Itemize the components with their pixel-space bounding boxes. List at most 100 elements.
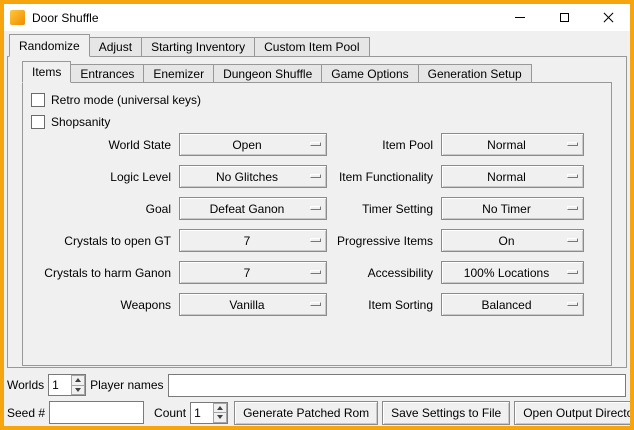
minimize-icon [515, 17, 525, 18]
maximize-button[interactable] [542, 4, 586, 31]
arrow-up-icon [75, 378, 81, 382]
dropdown-item-functionality[interactable]: Normal [441, 165, 584, 188]
option-label-accessibility: Accessibility [335, 266, 433, 280]
retro-mode-checkbox-box[interactable] [31, 93, 45, 107]
worlds-label: Worlds [7, 378, 44, 392]
tab-adjust[interactable]: Adjust [89, 37, 142, 56]
dropdown-indicator-icon [310, 302, 321, 306]
retro-mode-label: Retro mode (universal keys) [51, 93, 201, 107]
count-label: Count [154, 406, 186, 420]
tab-generation-setup[interactable]: Generation Setup [418, 64, 532, 82]
tab-randomize[interactable]: Randomize [9, 34, 90, 57]
dropdown-value: Balanced [481, 298, 543, 312]
checkbox-shopsanity[interactable]: Shopsanity [23, 111, 611, 133]
app-body: Randomize Adjust Starting Inventory Cust… [4, 31, 630, 426]
count-spin-down-button[interactable] [213, 412, 227, 423]
dropdown-weapons[interactable]: Vanilla [179, 293, 327, 316]
close-icon [603, 12, 614, 23]
option-label-crystals-to-open-gt: Crystals to open GT [39, 234, 171, 248]
shopsanity-checkbox-box[interactable] [31, 115, 45, 129]
arrow-down-icon [75, 388, 81, 392]
option-label-crystals-to-harm-ganon: Crystals to harm Ganon [39, 266, 171, 280]
window-controls [498, 4, 630, 31]
dropdown-crystals-to-harm-ganon[interactable]: 7 [179, 261, 327, 284]
app-icon [10, 10, 25, 25]
dropdown-value: Vanilla [229, 298, 276, 312]
dropdown-value: On [498, 234, 526, 248]
option-label-item-sorting: Item Sorting [335, 298, 433, 312]
dropdown-value: Open [232, 138, 273, 152]
checkbox-retro-mode[interactable]: Retro mode (universal keys) [23, 89, 611, 111]
dropdown-item-sorting[interactable]: Balanced [441, 293, 584, 316]
player-names-input[interactable] [168, 374, 627, 397]
maximize-icon [560, 13, 569, 22]
seed-input[interactable] [49, 401, 144, 424]
app-window: Door Shuffle Randomize Adjust Starting I… [0, 0, 634, 430]
dropdown-indicator-icon [310, 238, 321, 242]
generate-patched-rom-button[interactable]: Generate Patched Rom [234, 401, 378, 425]
tab-custom-item-pool[interactable]: Custom Item Pool [254, 37, 369, 56]
tab-enemizer[interactable]: Enemizer [143, 64, 214, 82]
dropdown-indicator-icon [567, 206, 578, 210]
dropdown-goal[interactable]: Defeat Ganon [179, 197, 327, 220]
seed-label: Seed # [7, 406, 45, 420]
dropdown-world-state[interactable]: Open [179, 133, 327, 156]
option-label-item-pool: Item Pool [335, 138, 433, 152]
dropdown-indicator-icon [310, 206, 321, 210]
dropdown-indicator-icon [310, 270, 321, 274]
title-bar: Door Shuffle [4, 4, 630, 31]
dropdown-item-pool[interactable]: Normal [441, 133, 584, 156]
tab-dungeon-shuffle[interactable]: Dungeon Shuffle [213, 64, 322, 82]
tab-starting-inventory[interactable]: Starting Inventory [141, 37, 255, 56]
dropdown-value: No Glitches [216, 170, 290, 184]
dropdown-indicator-icon [567, 302, 578, 306]
dropdown-value: Normal [487, 170, 538, 184]
generation-row: Seed # Count 1 Generate Patched Rom Save… [7, 400, 627, 425]
dropdown-indicator-icon [567, 142, 578, 146]
option-label-logic-level: Logic Level [39, 170, 171, 184]
tab-entrances[interactable]: Entrances [70, 64, 144, 82]
dropdown-accessibility[interactable]: 100% Locations [441, 261, 584, 284]
player-names-label: Player names [90, 378, 163, 392]
primary-tab-bar: Randomize Adjust Starting Inventory Cust… [7, 34, 627, 56]
worlds-spinner-value: 1 [49, 375, 71, 395]
dropdown-indicator-icon [567, 270, 578, 274]
randomize-tab-pane: Items Entrances Enemizer Dungeon Shuffle… [7, 56, 627, 368]
dropdown-value: 7 [244, 266, 263, 280]
option-label-goal: Goal [39, 202, 171, 216]
dropdown-progressive-items[interactable]: On [441, 229, 584, 252]
dropdown-crystals-to-open-gt[interactable]: 7 [179, 229, 327, 252]
dropdown-value: 7 [244, 234, 263, 248]
options-grid: World State Open Item Pool Normal Logic … [39, 133, 611, 316]
dropdown-value: No Timer [482, 202, 543, 216]
window-title: Door Shuffle [32, 11, 498, 25]
count-spinner[interactable]: 1 [190, 402, 228, 424]
worlds-spinner[interactable]: 1 [48, 374, 86, 396]
dropdown-indicator-icon [567, 174, 578, 178]
dropdown-value: 100% Locations [464, 266, 561, 280]
items-tab-pane: Retro mode (universal keys) Shopsanity W… [22, 82, 612, 366]
multiworld-row: Worlds 1 Player names [7, 373, 627, 397]
option-label-world-state: World State [39, 138, 171, 152]
worlds-spin-down-button[interactable] [71, 385, 85, 396]
dropdown-value: Normal [487, 138, 538, 152]
tab-items[interactable]: Items [22, 61, 71, 83]
minimize-button[interactable] [498, 4, 542, 31]
dropdown-indicator-icon [567, 238, 578, 242]
save-settings-button[interactable]: Save Settings to File [382, 401, 510, 425]
dropdown-timer-setting[interactable]: No Timer [441, 197, 584, 220]
open-output-directory-button[interactable]: Open Output Directory [514, 401, 634, 425]
dropdown-value: Defeat Ganon [210, 202, 297, 216]
arrow-up-icon [217, 406, 223, 410]
arrow-down-icon [217, 415, 223, 419]
close-button[interactable] [586, 4, 630, 31]
tab-game-options[interactable]: Game Options [321, 64, 418, 82]
secondary-tab-bar: Items Entrances Enemizer Dungeon Shuffle… [8, 61, 626, 82]
dropdown-indicator-icon [310, 174, 321, 178]
option-label-timer-setting: Timer Setting [335, 202, 433, 216]
option-label-weapons: Weapons [39, 298, 171, 312]
dropdown-logic-level[interactable]: No Glitches [179, 165, 327, 188]
dropdown-indicator-icon [310, 142, 321, 146]
shopsanity-label: Shopsanity [51, 115, 110, 129]
option-label-item-functionality: Item Functionality [335, 170, 433, 184]
